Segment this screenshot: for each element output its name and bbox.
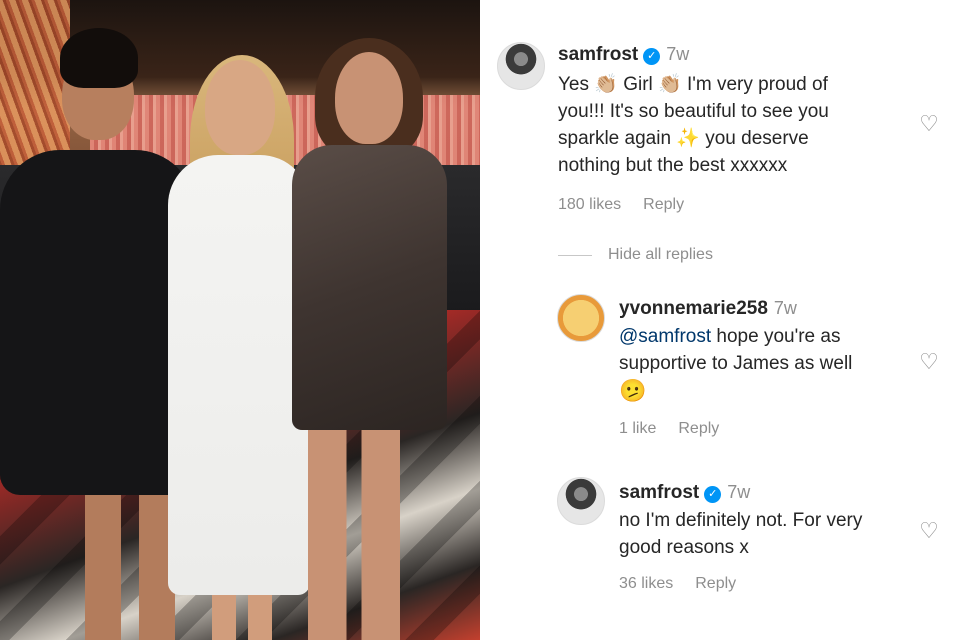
- avatar[interactable]: [557, 294, 605, 342]
- avatar[interactable]: [557, 477, 605, 525]
- reply-header: yvonnemarie258 7w: [619, 298, 797, 320]
- likes-count[interactable]: 36 likes: [619, 575, 673, 592]
- verified-badge-icon: ✓: [704, 486, 722, 503]
- timestamp[interactable]: 7w: [727, 482, 750, 502]
- hide-replies-label: Hide all replies: [608, 246, 713, 263]
- username[interactable]: samfrost: [558, 44, 638, 65]
- person-middle-dress: [168, 155, 310, 595]
- comment-line: Yes 👏🏼 Girl 👏🏼 I'm very proud of: [558, 74, 828, 95]
- reply-header: samfrost ✓ 7w: [619, 482, 750, 504]
- divider-line: [558, 254, 592, 256]
- comment: samfrost ✓ 7w Yes 👏🏼 Girl 👏🏼 I'm very prou…: [480, 0, 960, 240]
- person-left-dress: [0, 150, 195, 495]
- comment-line: you!!! It's so beautiful to see you: [558, 101, 829, 122]
- verified-badge-icon: ✓: [643, 48, 661, 65]
- reply: yvonnemarie258 7w @samfrost hope you're a…: [480, 290, 960, 450]
- person-right-head: [335, 52, 403, 144]
- heart-outline-icon[interactable]: ♡: [917, 113, 941, 137]
- reply-line: no I'm definitely not. For very: [619, 510, 863, 531]
- comment-text: Yes 👏🏼 Girl 👏🏼 I'm very proud of you!!! …: [558, 71, 829, 179]
- username[interactable]: yvonnemarie258: [619, 298, 768, 319]
- heart-outline-icon[interactable]: ♡: [917, 520, 941, 544]
- avatar[interactable]: [497, 42, 545, 90]
- comment-meta: 180 likes Reply: [558, 196, 706, 214]
- reply-line: supportive to James as well: [619, 353, 853, 374]
- timestamp[interactable]: 7w: [666, 44, 689, 64]
- heart-outline-icon[interactable]: ♡: [917, 351, 941, 375]
- person-left-hair: [60, 28, 138, 88]
- reply-button[interactable]: Reply: [643, 196, 684, 213]
- reply-text: no I'm definitely not. For very good rea…: [619, 507, 862, 561]
- comment-header: samfrost ✓ 7w: [558, 44, 689, 66]
- person-middle-head: [205, 60, 275, 155]
- reply-line: good reasons x: [619, 537, 749, 558]
- hide-replies-toggle[interactable]: Hide all replies: [558, 246, 713, 264]
- emoji: 🫤: [619, 379, 647, 404]
- mention-link[interactable]: @samfrost: [619, 326, 711, 347]
- username[interactable]: samfrost: [619, 482, 699, 503]
- person-left-legs: [85, 490, 175, 640]
- likes-count[interactable]: 180 likes: [558, 196, 621, 213]
- reply-line: @samfrost hope you're as: [619, 323, 852, 350]
- timestamp[interactable]: 7w: [774, 298, 797, 318]
- comments-panel: samfrost ✓ 7w Yes 👏🏼 Girl 👏🏼 I'm very prou…: [480, 0, 960, 640]
- reply-text: @samfrost hope you're as supportive to J…: [619, 323, 852, 407]
- reply-button[interactable]: Reply: [678, 420, 719, 437]
- comment-line: sparkle again ✨ you deserve: [558, 128, 809, 149]
- person-middle-legs: [212, 590, 272, 640]
- post-photo: [0, 0, 480, 640]
- person-right-legs: [308, 425, 400, 640]
- reply-line-rest: hope you're as: [711, 326, 841, 347]
- reply-meta: 1 like Reply: [619, 420, 741, 438]
- reply: samfrost ✓ 7w no I'm definitely not. For v…: [480, 476, 960, 616]
- reply-button[interactable]: Reply: [695, 575, 736, 592]
- likes-count[interactable]: 1 like: [619, 420, 656, 437]
- comment-line: nothing but the best xxxxxx: [558, 155, 788, 176]
- person-right-dress: [292, 145, 447, 430]
- reply-meta: 36 likes Reply: [619, 575, 758, 593]
